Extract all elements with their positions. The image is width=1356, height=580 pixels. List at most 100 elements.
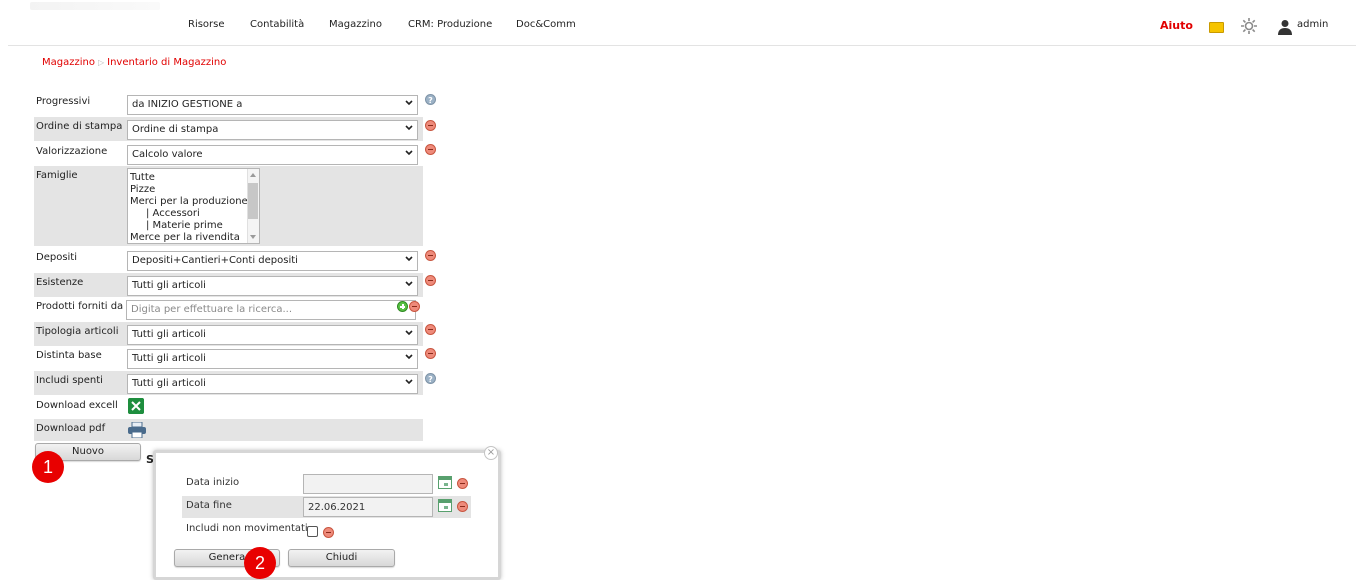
list-item[interactable]: | Accessori (130, 208, 259, 220)
esistenze-value: Tutti gli articoli (132, 280, 206, 291)
row-ordine: Ordine di stampa Ordine di stampa (34, 117, 436, 141)
calendar-icon[interactable] (438, 499, 452, 512)
depositi-select[interactable]: Depositi+Cantieri+Conti depositi (127, 251, 418, 271)
user-name[interactable]: admin (1297, 19, 1328, 30)
top-divider (8, 45, 1356, 46)
breadcrumb-section[interactable]: Magazzino (42, 57, 95, 68)
tipologia-select[interactable]: Tutti gli articoli (127, 325, 418, 345)
data-fine-input[interactable]: 22.06.2021 (303, 497, 433, 517)
valorizzazione-value: Calcolo valore (132, 149, 203, 160)
includi-label: Includi non movimentati (186, 523, 308, 534)
excel-icon[interactable] (128, 398, 144, 414)
prodotti-search-input[interactable]: Digita per effettuare la ricerca... (126, 300, 416, 320)
breadcrumb-separator-icon: ▷ (97, 58, 105, 67)
add-icon[interactable] (397, 301, 408, 312)
chevron-down-icon (405, 379, 413, 385)
tipologia-label: Tipologia articoli (36, 326, 119, 337)
famiglie-label: Famiglie (36, 170, 78, 181)
includi-checkbox[interactable] (307, 526, 318, 537)
scroll-up-icon[interactable] (250, 173, 256, 177)
row-famiglie: Famiglie Tutte Pizze Merci per la produz… (34, 166, 423, 246)
depositi-label: Depositi (36, 252, 78, 263)
nav-risorse[interactable]: Risorse (188, 19, 225, 30)
chevron-down-icon (405, 354, 413, 360)
progressivi-value: da INIZIO GESTIONE a (132, 99, 243, 110)
user-icon[interactable] (1278, 19, 1292, 35)
nav-doc-comm[interactable]: Doc&Comm (516, 19, 576, 30)
spenti-label: Includi spenti (36, 375, 103, 386)
spenti-select[interactable]: Tutti gli articoli (127, 374, 418, 394)
remove-icon[interactable] (425, 324, 436, 335)
note-icon[interactable] (1209, 22, 1224, 33)
listbox-scrollbar[interactable] (247, 169, 259, 243)
scroll-thumb[interactable] (248, 183, 258, 219)
ordine-select[interactable]: Ordine di stampa (127, 120, 418, 140)
top-bar: Risorse Contabilità Magazzino CRM: Produ… (0, 0, 1356, 46)
remove-icon[interactable] (425, 275, 436, 286)
esistenze-select[interactable]: Tutti gli articoli (127, 276, 418, 296)
famiglie-listbox[interactable]: Tutte Pizze Merci per la produzione | Ac… (127, 168, 260, 244)
help-icon[interactable]: ? (425, 373, 436, 384)
export-dialog: Data inizio Data fine 22.06.2021 Includi… (153, 450, 501, 580)
chiudi-button[interactable]: Chiudi (288, 549, 395, 567)
progressivi-label: Progressivi (36, 96, 91, 107)
row-tipologia: Tipologia articoli Tutti gli articoli (34, 322, 436, 346)
list-item[interactable]: Merce per la rivendita (130, 232, 259, 243)
chevron-down-icon (405, 281, 413, 287)
list-item[interactable]: Merci per la produzione (130, 196, 259, 208)
list-item[interactable]: | Materie prime (130, 220, 259, 232)
row-valorizzazione: Valorizzazione Calcolo valore (34, 142, 436, 166)
distinta-select[interactable]: Tutti gli articoli (127, 349, 418, 369)
breadcrumb: Magazzino ▷ Inventario di Magazzino (42, 57, 226, 68)
nav-magazzino[interactable]: Magazzino (329, 19, 382, 30)
breadcrumb-page: Inventario di Magazzino (107, 57, 227, 68)
remove-icon[interactable] (457, 501, 468, 512)
pdf-label: Download pdf (36, 423, 106, 434)
data-fine-label: Data fine (186, 500, 232, 511)
excel-label: Download excell (36, 400, 118, 411)
nav-contabilita[interactable]: Contabilità (250, 19, 304, 30)
row-distinta: Distinta base Tutti gli articoli (34, 346, 436, 370)
remove-icon[interactable] (457, 478, 468, 489)
chevron-down-icon (405, 100, 413, 106)
remove-icon[interactable] (425, 120, 436, 131)
row-includi-spenti: Includi spenti Tutti gli articoli ? (34, 371, 436, 395)
row-data-fine: Data fine 22.06.2021 (182, 496, 471, 518)
ordine-label: Ordine di stampa (36, 121, 123, 132)
data-inizio-input[interactable] (303, 474, 433, 494)
chevron-down-icon (405, 330, 413, 336)
row-depositi: Depositi Depositi+Cantieri+Conti deposit… (34, 248, 436, 272)
prodotti-label: Prodotti forniti da (36, 301, 124, 312)
help-icon[interactable]: ? (425, 94, 436, 105)
progressivi-select[interactable]: da INIZIO GESTIONE a (127, 95, 418, 115)
calendar-icon[interactable] (438, 476, 452, 489)
printer-icon[interactable] (128, 422, 146, 438)
valorizzazione-select[interactable]: Calcolo valore (127, 145, 418, 165)
valorizzazione-label: Valorizzazione (36, 146, 108, 157)
list-item[interactable]: Pizze (130, 184, 259, 196)
ordine-value: Ordine di stampa (132, 124, 219, 135)
gear-icon[interactable] (1240, 17, 1258, 35)
row-progressivi: Progressivi da INIZIO GESTIONE a ? (34, 92, 436, 116)
chevron-down-icon (405, 150, 413, 156)
row-prodotti-forniti: Prodotti forniti da Digita per effettuar… (34, 297, 423, 321)
step-badge-1: 1 (32, 451, 64, 483)
list-item[interactable]: Tutte (130, 172, 259, 184)
tipologia-value: Tutti gli articoli (132, 329, 206, 340)
data-inizio-label: Data inizio (186, 477, 240, 488)
close-icon[interactable]: × (484, 446, 498, 460)
remove-icon[interactable] (425, 250, 436, 261)
logo (30, 2, 160, 10)
chevron-down-icon (405, 125, 413, 131)
step-badge-2: 2 (244, 547, 276, 579)
scroll-down-icon[interactable] (250, 235, 256, 239)
help-link[interactable]: Aiuto (1160, 19, 1193, 32)
nav-crm-produzione[interactable]: CRM: Produzione (408, 19, 492, 30)
remove-icon[interactable] (425, 144, 436, 155)
distinta-value: Tutti gli articoli (132, 353, 206, 364)
row-esistenze: Esistenze Tutti gli articoli (34, 273, 436, 297)
depositi-value: Depositi+Cantieri+Conti depositi (132, 255, 298, 266)
remove-icon[interactable] (409, 301, 420, 312)
remove-icon[interactable] (323, 527, 334, 538)
remove-icon[interactable] (425, 348, 436, 359)
